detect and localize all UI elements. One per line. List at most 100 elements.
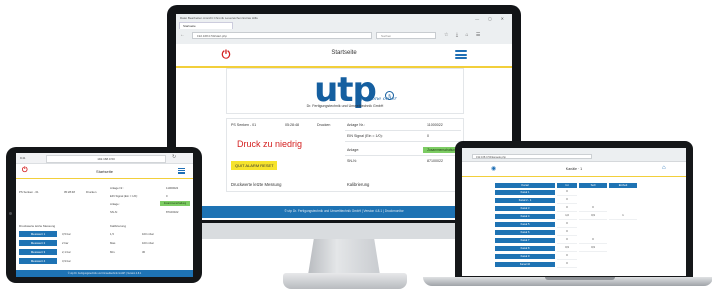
company-name: Dr. Fertigungstechnik und Umwelttechnik … [306,104,384,108]
divider [345,130,461,131]
ps-label: PS Senken - 01 [231,123,257,127]
cell-soll: 0 [579,237,607,244]
camera-icon [9,212,12,215]
column-header: Ist [557,183,577,188]
field-label: Anlage Nr.: [347,123,365,127]
cell-soll: 0,9 [579,213,607,220]
table-row-value: 3,5 bar [62,232,71,236]
field-value: 11000022 [427,123,443,127]
logo-slogan: just one order [361,96,397,102]
search-field[interactable]: Suchen [376,32,436,39]
table-row-name[interactable]: Kanal 3 [495,206,555,212]
table-row-name[interactable]: Messwert 1 [19,231,57,237]
cell-ist: 0 [557,189,577,196]
table-row-name[interactable]: Messwert 3 [19,249,57,255]
status-badge: Zusammenschaltung [160,201,190,206]
browser-menu-bar[interactable]: Datei Bearbeiten Ansicht Chronik Lesezei… [180,16,258,20]
tablet-screen: 9:41 192.168.0.50 ↻ ⏻ Startseite PS Senk… [16,153,193,277]
field-label: Anlage Nr.: [110,186,124,190]
table-row-name[interactable]: Kanal 9 [495,254,555,260]
page-title: Kanäle · 1 [565,167,583,171]
alarm-message: Druck zu niedrig [237,139,303,149]
table-row-name[interactable]: Messwert 4 [19,258,57,264]
table-row-name[interactable]: Messwert 2 [19,240,57,246]
toolbar-icons[interactable]: ☆ ⤓ ⌂ ☰ [444,32,483,38]
section-calibration: Kalibrierung [347,182,370,187]
field-label: SN-N: [110,210,118,214]
field-value: 87100022 [166,210,179,214]
status-time: 9:41 [20,156,26,160]
section-pressure: Druckwerte letzte Messung [19,224,56,228]
status-time: 05:28:48 [285,123,299,127]
table-row-name[interactable]: Kanal 8 [495,246,555,252]
cell-soll: 0,9 [579,245,607,252]
window-controls[interactable]: — ◻ ✕ [475,16,508,21]
cal-value: 30 [142,250,146,254]
cell-ist: 0 [557,261,577,268]
cell-soll: 0 [579,205,607,212]
section-pressure: Druckwerte letzte Messung [231,182,282,187]
field-value: 87100022 [427,159,443,163]
table-row-name[interactable]: Kanal 1 [495,190,555,196]
status-mode: Drucken [86,190,97,194]
address-bar[interactable]: 192.168.0.50/start.php [192,32,372,39]
field-label: Anlage: [347,148,360,152]
cell-ist: 0 [557,237,577,244]
cal-label: 1,5 [110,232,114,236]
home-icon[interactable]: ⌂ [662,165,666,171]
address-bar[interactable]: 192.168.0.50 [46,155,166,163]
cell-ist: 0,9 [557,245,577,252]
cal-value: 100 mbar [142,232,154,236]
footer-text: © utp Dr. Fertigungstechnik und Umweltte… [67,272,142,275]
field-value: 0 [427,134,429,138]
cell-ist: 0 [557,197,577,204]
table-row-name[interactable]: Kanal 4 [495,214,555,220]
column-header: Soll [579,183,607,188]
cell-ist: 0 [557,221,577,228]
back-icon[interactable]: ← [180,32,185,38]
laptop-notch [545,277,615,280]
address-bar[interactable]: 192.168.0.50/kanaele.php [472,154,592,159]
quit-alarm-button[interactable]: QUIT ALARM RESET [231,161,277,170]
field-label: SN-N: [347,159,357,163]
logo-panel: utp ® just one order Dr. Fertigungstechn… [226,68,464,114]
field-value: 0 [166,194,168,198]
browser-tab[interactable]: Startseite [179,22,233,29]
table-row-name[interactable]: Kanal 2 - 1 [495,198,555,204]
divider [345,155,461,156]
laptop-screen: 192.168.0.50/kanaele.php ◉ Kanäle · 1 ⌂ … [462,148,686,276]
status-panel: PS Senken - 01 05:28:48 Drucken Druck zu… [226,118,464,192]
ps-label: PS Senken - 01 [19,190,39,194]
table-row-value: 3,9 bar [62,259,71,263]
status-time: 05:28:48 [64,190,75,194]
menu-icon[interactable] [178,168,185,174]
cell-ist: 0 [557,229,577,236]
cell-ist: 0 [557,205,577,212]
field-label: EIN Signal (Ein = 1/0): [110,194,138,198]
status-mode: Drucken [317,123,331,127]
table-row-value: 2 bar [62,241,69,245]
field-label: Anlage: [110,202,120,206]
cell-ist: 1,0 [557,213,577,220]
reload-icon[interactable]: ↻ [172,154,176,160]
field-label: EIN Signal (Ein = 1/0): [347,134,383,138]
divider [345,141,461,142]
table-row-name[interactable]: Kanal 5 [495,222,555,228]
cell-unit: 1 [609,213,637,220]
field-value: 11000022 [166,186,179,190]
monitor-stand [308,239,380,275]
table-row-name[interactable]: Kanal 10 [495,262,555,268]
column-header: Kanal [495,183,555,188]
menu-icon[interactable] [455,50,467,59]
cal-value: 100 mbar [142,241,154,245]
cell-ist: 0 [557,253,577,260]
section-calibration: Kalibrierung [110,224,127,228]
table-row-name[interactable]: Kanal 6 [495,230,555,236]
table-row-name[interactable]: Kanal 7 [495,238,555,244]
column-header: Einheit [609,183,637,188]
table-row-value: 2,1 bar [62,250,71,254]
page-title: Startseite [96,169,113,174]
cal-label: Max. [110,241,117,245]
monitor-base [283,273,407,289]
cal-label: Min. [110,250,116,254]
